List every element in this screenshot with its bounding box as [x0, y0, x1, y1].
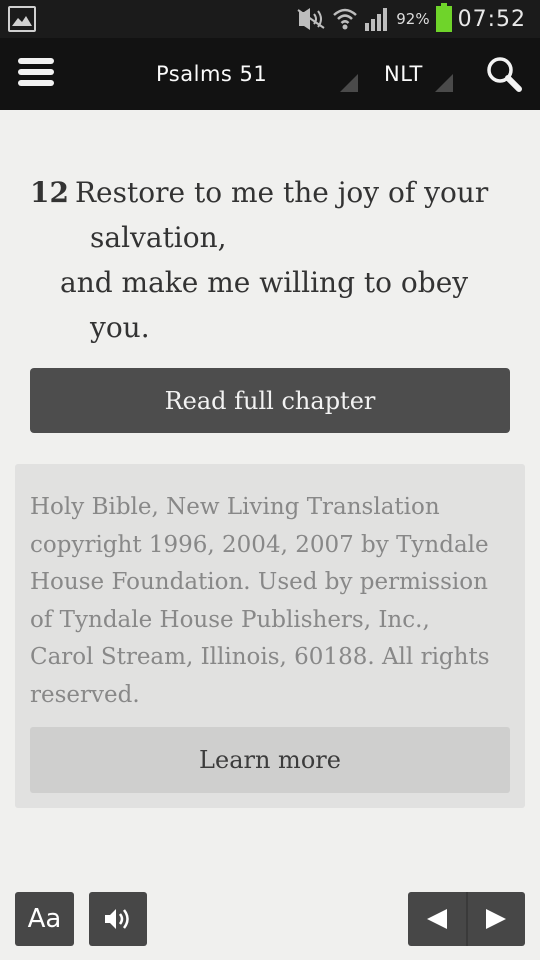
signal-icon: [365, 8, 388, 31]
chapter-navigation: [408, 892, 525, 946]
verse-line: and make me willing to obey: [60, 266, 469, 299]
verse-line: salvation,: [90, 221, 227, 254]
verse-text: 12 Restore to me the joy of your salvatio…: [30, 170, 510, 350]
speaker-icon[interactable]: [89, 892, 147, 946]
mute-icon: [297, 8, 325, 30]
version-selector[interactable]: NLT: [375, 38, 457, 110]
dropdown-corner-icon: [340, 74, 358, 92]
clock: 07:52: [457, 6, 526, 32]
copyright-line: Holy Bible, New Living Translation: [30, 494, 440, 520]
copyright-box: Holy Bible, New Living Translation copyr…: [15, 464, 525, 808]
menu-icon[interactable]: [18, 58, 54, 90]
toolbar: Psalms 51 NLT: [0, 38, 540, 110]
font-size-button[interactable]: Aa: [15, 892, 74, 946]
copyright-line: House Foundation. Used by permission: [30, 569, 488, 595]
learn-more-button[interactable]: Learn more: [30, 727, 510, 793]
previous-arrow-icon[interactable]: [408, 892, 466, 946]
next-arrow-icon[interactable]: [468, 892, 526, 946]
search-icon[interactable]: [484, 55, 524, 95]
copyright-line: of Tyndale House Publishers, Inc.,: [30, 606, 430, 633]
verse-number: 12: [30, 176, 69, 209]
status-bar: 92% 07:52: [0, 0, 540, 38]
battery-percent: 92%: [396, 10, 430, 28]
copyright-line: Carol Stream, Illinois, 60188. All right…: [30, 644, 490, 670]
wifi-icon: [333, 8, 358, 30]
copyright-line: reserved.: [30, 681, 140, 708]
verse-line: you.: [90, 311, 150, 344]
read-full-chapter-button[interactable]: Read full chapter: [30, 368, 510, 433]
gallery-icon: [8, 6, 36, 32]
verse-line: 12 Restore to me the joy of your: [30, 176, 489, 209]
version-label: NLT: [384, 62, 423, 86]
book-label: Psalms 51: [156, 62, 268, 86]
book-selector[interactable]: Psalms 51: [150, 38, 362, 110]
copyright-line: copyright 1996, 2004, 2007 by Tyndale: [30, 531, 489, 558]
copyright-text: Holy Bible, New Living Translation copyr…: [30, 489, 514, 714]
battery-icon: [435, 3, 452, 32]
dropdown-corner-icon: [435, 74, 453, 92]
